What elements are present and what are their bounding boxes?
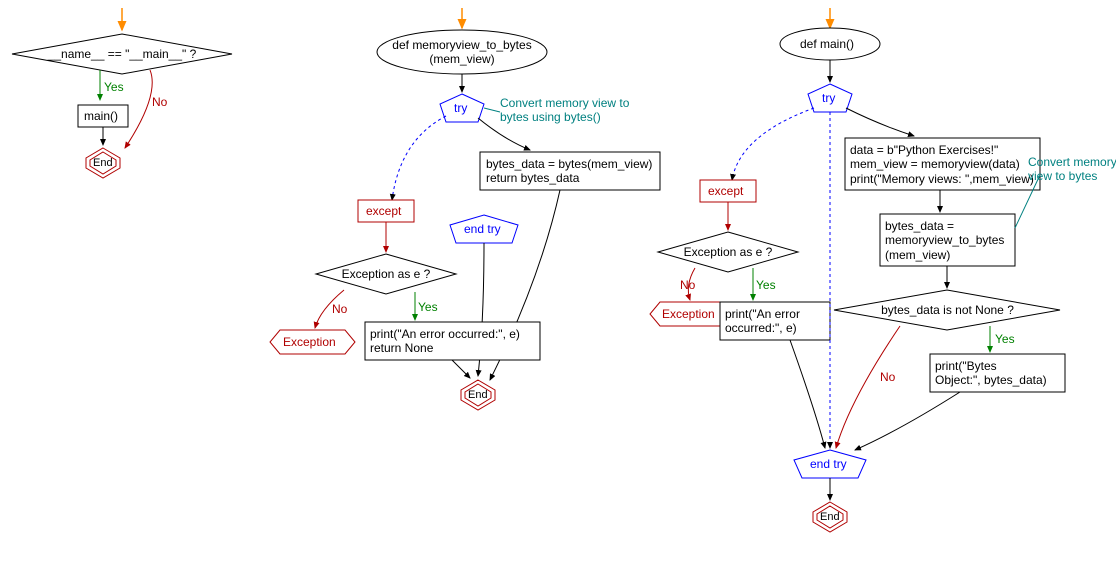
flow2-comment-convert: Convert memory view to bytes using bytes…	[500, 96, 629, 125]
flow1-main-call: main()	[84, 109, 118, 123]
flow1-decision: __name__ == "__main__" ?	[42, 47, 202, 61]
flow3-no2: No	[680, 278, 695, 292]
flow3-print-bytes: print("Bytes Object:", bytes_data)	[935, 359, 1047, 388]
flow1-end: End	[93, 157, 113, 170]
flow3-yes: Yes	[995, 332, 1015, 346]
flow2-decision-exc: Exception as e ?	[336, 267, 436, 281]
flow3-proc-bytes2: bytes_data = memoryview_to_bytes (mem_vi…	[885, 219, 1004, 262]
flow3-try: try	[822, 91, 835, 105]
flow3-end: End	[820, 511, 840, 524]
flow3-decision-none: bytes_data is not None ?	[875, 303, 1020, 317]
flow2-end: End	[468, 389, 488, 402]
flow2-print-err: print("An error occurred:", e) return No…	[370, 327, 520, 356]
flow3-decision-exc: Exception as e ?	[678, 245, 778, 259]
flow2-no: No	[332, 302, 347, 316]
flow2-endtry: end try	[464, 222, 501, 236]
flow2-except: except	[366, 204, 401, 218]
flow2-funcdef: def memoryview_to_bytes (mem_view)	[392, 38, 532, 67]
flow3-proc-data: data = b"Python Exercises!" mem_view = m…	[850, 143, 1034, 186]
flow2-exception-box: Exception	[283, 335, 336, 349]
flow3-endtry: end try	[810, 457, 847, 471]
flow3-yes2: Yes	[756, 278, 776, 292]
flow1-yes-label: Yes	[104, 80, 124, 94]
flow3-funcdef: def main()	[800, 37, 854, 51]
flow2-proc-bytes: bytes_data = bytes(mem_view) return byte…	[486, 157, 652, 186]
flow3-exception-box: Exception	[662, 307, 715, 321]
flow3-no: No	[880, 370, 895, 384]
flow3-except: except	[708, 184, 743, 198]
flow3-comment-convert: Convert memory view to bytes	[1028, 155, 1116, 184]
flow3-print-err: print("An error occurred:", e)	[725, 307, 800, 336]
flow1-no-label: No	[152, 95, 167, 109]
flow2-try: try	[454, 101, 467, 115]
flow2-yes: Yes	[418, 300, 438, 314]
